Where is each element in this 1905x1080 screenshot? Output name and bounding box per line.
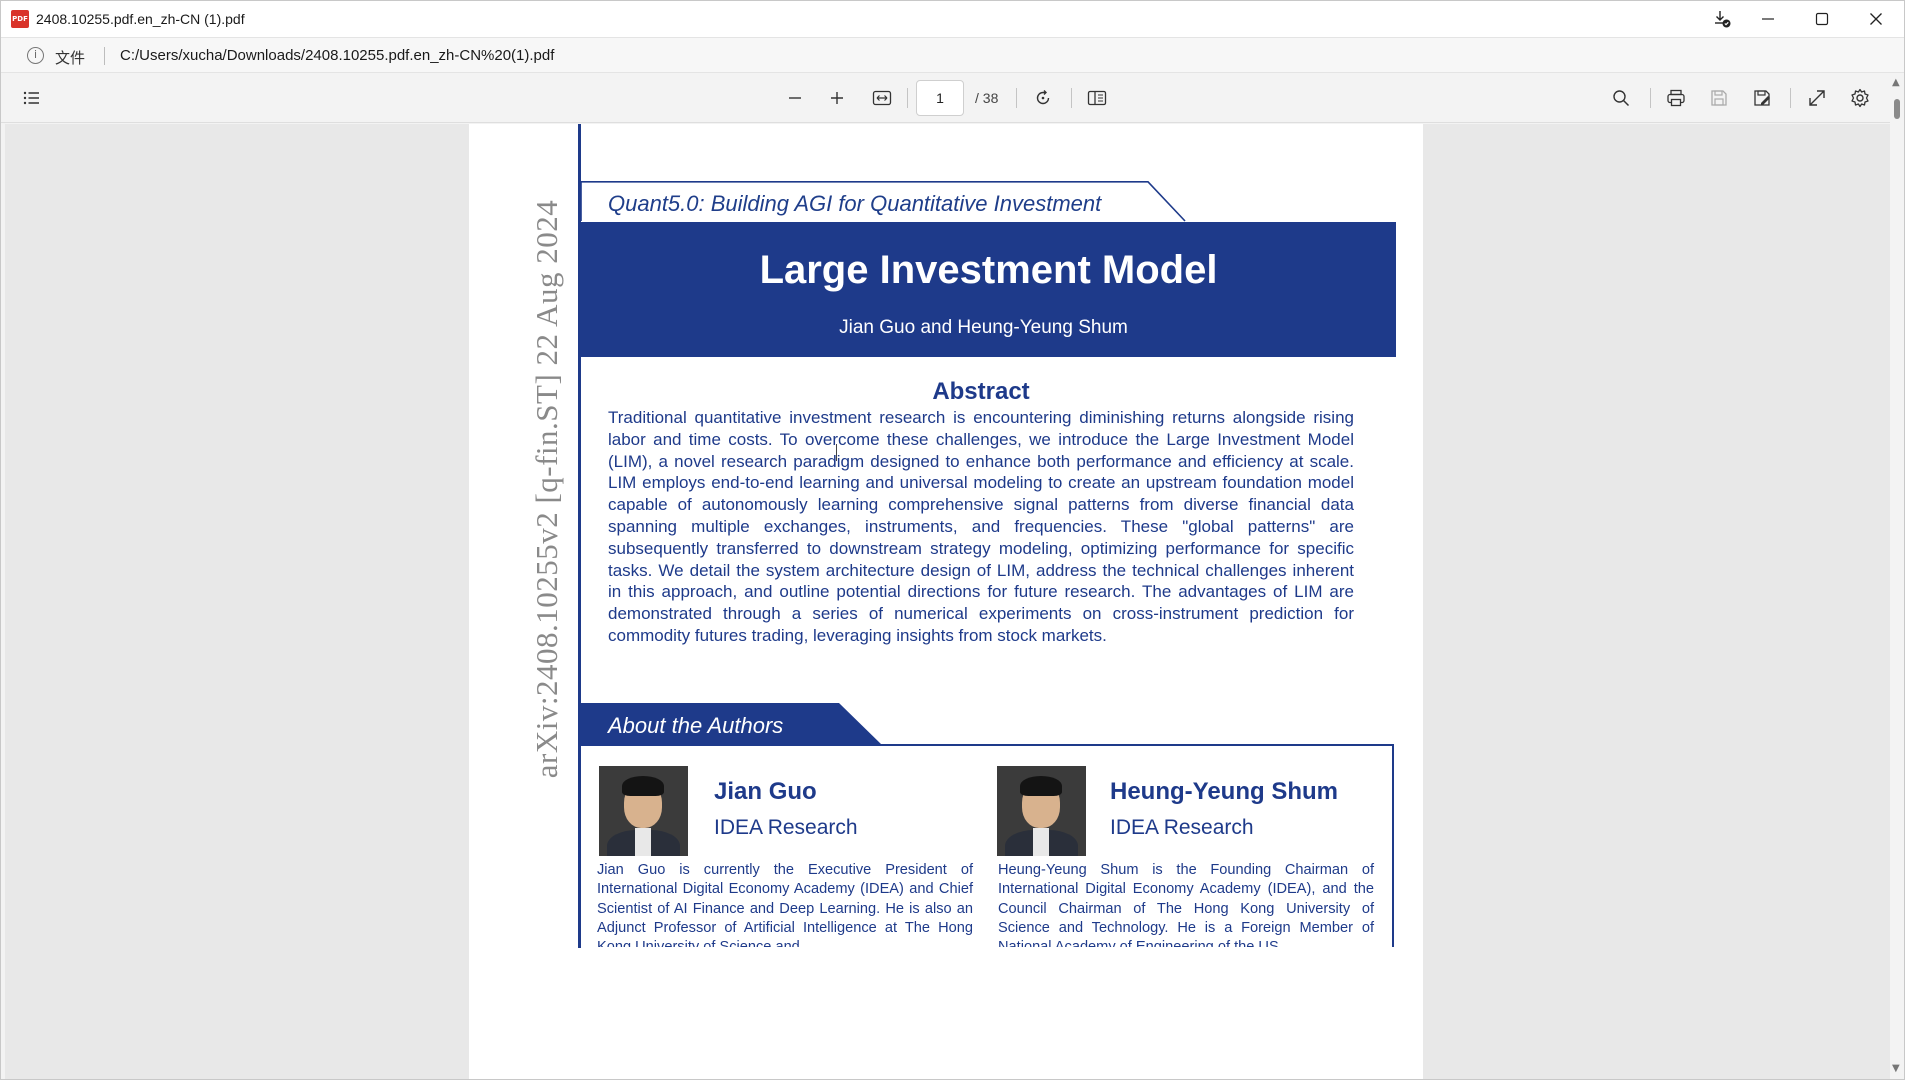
- about-authors-heading: About the Authors: [608, 713, 784, 738]
- pdf-viewer-window: PDF 2408.10255.pdf.en_zh-CN (1).pdf i 文件…: [0, 0, 1905, 1080]
- page-total: / 38: [975, 90, 999, 106]
- author-name: Heung-Yeung Shum: [1110, 778, 1338, 805]
- toolbar-separator: [1016, 88, 1017, 108]
- text-cursor: [836, 444, 837, 461]
- abstract-text: Traditional quantitative investment rese…: [608, 408, 1354, 645]
- file-path[interactable]: C:/Users/xucha/Downloads/2408.10255.pdf.…: [120, 47, 554, 64]
- scroll-up-icon[interactable]: ▲: [1892, 77, 1900, 88]
- address-separator: [104, 47, 105, 65]
- author-bio: Jian Guo is currently the Executive Pres…: [597, 862, 973, 955]
- close-icon: [1870, 13, 1882, 25]
- zoom-in-icon[interactable]: [825, 86, 849, 110]
- file-label: 文件: [55, 49, 86, 67]
- author-org: IDEA Research: [714, 816, 858, 839]
- minimize-button[interactable]: [1741, 1, 1795, 37]
- settings-icon[interactable]: [1848, 86, 1872, 110]
- rotate-icon[interactable]: [1031, 86, 1055, 110]
- page-number-input[interactable]: 1: [916, 80, 964, 116]
- arxiv-id-text: arXiv:2408.10255v2 [q-fin.ST] 22 Aug 202…: [529, 199, 564, 779]
- toolbar-separator: [1071, 88, 1072, 108]
- paper-title: Large Investment Model: [759, 248, 1218, 292]
- title-bar: PDF 2408.10255.pdf.en_zh-CN (1).pdf: [1, 1, 1904, 37]
- close-button[interactable]: [1849, 1, 1903, 37]
- scroll-thumb[interactable]: [1894, 99, 1900, 119]
- save-icon[interactable]: [1707, 86, 1731, 110]
- save-as-icon[interactable]: [1750, 86, 1774, 110]
- tagline: Quant5.0: Building AGI for Quantitative …: [608, 191, 1102, 216]
- maximize-button[interactable]: [1795, 1, 1849, 37]
- page-view-icon[interactable]: [1085, 86, 1109, 110]
- toolbar-separator: [907, 88, 908, 108]
- fullscreen-icon[interactable]: [1805, 86, 1829, 110]
- page-clip: [581, 947, 1401, 959]
- author-photo-jian-guo: [599, 766, 688, 856]
- address-bar: i 文件 C:/Users/xucha/Downloads/2408.10255…: [1, 37, 1904, 73]
- print-icon[interactable]: [1664, 86, 1688, 110]
- pdf-app-icon: PDF: [11, 10, 29, 28]
- author-org: IDEA Research: [1110, 816, 1254, 839]
- toolbar-separator: [1650, 88, 1651, 108]
- vertical-scrollbar[interactable]: ▲ ▼: [1890, 73, 1904, 1079]
- search-icon[interactable]: [1609, 86, 1633, 110]
- pdf-toolbar: 1 / 38: [1, 73, 1904, 123]
- toolbar-separator: [1790, 88, 1791, 108]
- author-photo-heung-yeung-shum: [997, 766, 1086, 856]
- minimize-icon: [1762, 18, 1774, 20]
- scroll-down-icon[interactable]: ▼: [1892, 1063, 1900, 1074]
- window-title: 2408.10255.pdf.en_zh-CN (1).pdf: [36, 11, 245, 27]
- paper-authors: Jian Guo and Heung-Yeung Shum: [839, 317, 1128, 338]
- fit-width-icon[interactable]: [870, 86, 894, 110]
- maximize-icon: [1815, 12, 1829, 26]
- zoom-out-icon[interactable]: [783, 86, 807, 110]
- info-icon[interactable]: i: [27, 47, 44, 64]
- author-bio: Heung-Yeung Shum is the Founding Chairma…: [998, 862, 1374, 955]
- outline-list-icon[interactable]: [20, 86, 44, 110]
- abstract-heading: Abstract: [932, 378, 1030, 405]
- author-name: Jian Guo: [714, 778, 817, 805]
